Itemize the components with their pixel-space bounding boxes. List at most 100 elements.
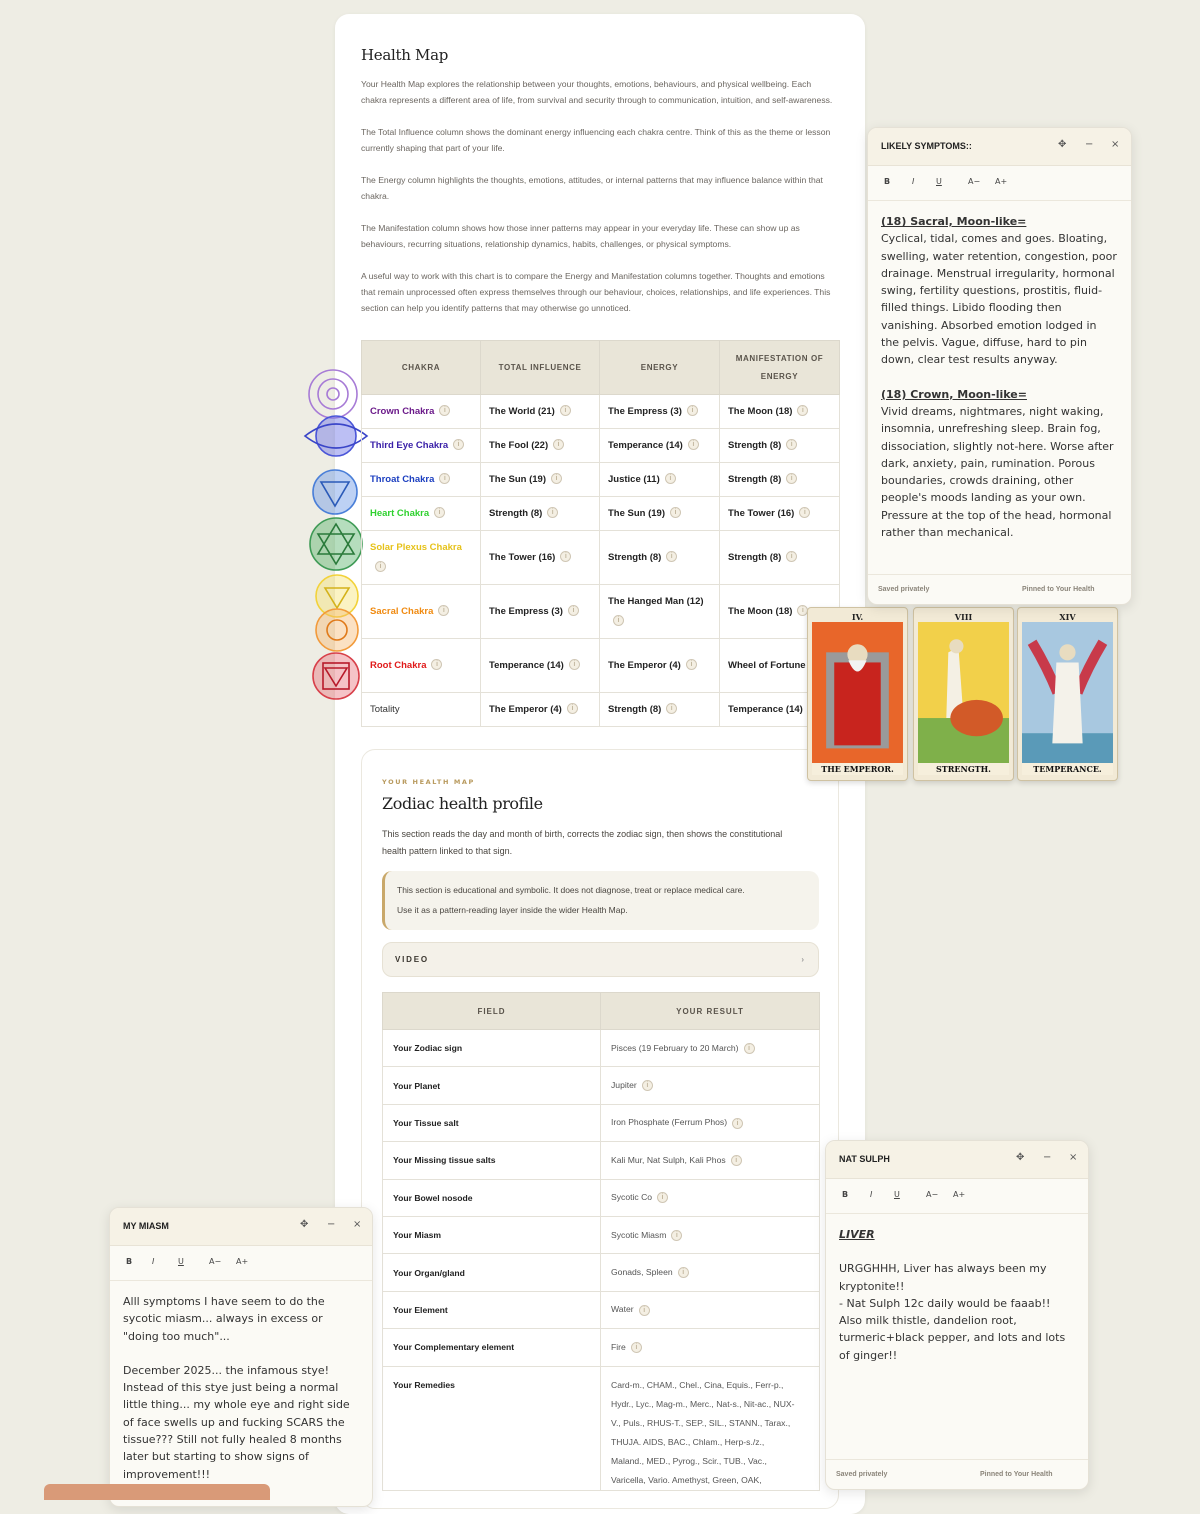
info-icon[interactable]: i: [547, 507, 559, 519]
bold-button[interactable]: B: [842, 1190, 848, 1199]
minimize-icon[interactable]: −: [1043, 1152, 1051, 1163]
energy-cell: The Emperor (4) i: [599, 638, 720, 693]
info-icon[interactable]: i: [677, 1267, 689, 1279]
card-numeral: XIV: [1059, 612, 1076, 622]
underline-button[interactable]: U: [178, 1257, 184, 1266]
note-header[interactable]: NAT SULPH ✥ − ×: [826, 1141, 1088, 1179]
font-smaller-button[interactable]: A−: [209, 1257, 221, 1266]
info-icon[interactable]: i: [671, 1229, 683, 1241]
bold-button[interactable]: B: [126, 1257, 132, 1266]
underline-button[interactable]: U: [894, 1190, 900, 1199]
zodiac-table-header: FIELD YOUR RESULT: [382, 992, 820, 1030]
info-icon[interactable]: i: [551, 473, 563, 485]
info-icon[interactable]: i: [730, 1154, 742, 1166]
info-icon[interactable]: i: [566, 703, 578, 715]
font-larger-button[interactable]: A+: [236, 1257, 248, 1266]
info-icon[interactable]: i: [786, 551, 798, 563]
note-body[interactable]: Alll symptoms I have seem to do the syco…: [110, 1281, 372, 1495]
close-icon[interactable]: ×: [1111, 139, 1119, 150]
info-icon[interactable]: i: [567, 605, 579, 617]
manifestation-cell: The Tower (16) i: [719, 496, 840, 531]
font-larger-button[interactable]: A+: [995, 177, 1007, 186]
column-header-field: FIELD: [382, 992, 601, 1030]
chakra-row: Heart Chakra i Strength (8) i The Sun (19) i T…: [361, 496, 840, 531]
bold-button[interactable]: B: [884, 177, 890, 186]
info-icon[interactable]: i: [664, 473, 676, 485]
column-header-chakra: CHAKRA: [361, 340, 481, 395]
font-smaller-button[interactable]: A−: [926, 1190, 938, 1199]
info-icon[interactable]: i: [375, 561, 386, 573]
info-icon[interactable]: i: [568, 659, 580, 671]
info-icon[interactable]: i: [434, 507, 446, 519]
info-icon[interactable]: i: [685, 659, 697, 671]
move-icon[interactable]: ✥: [300, 1219, 308, 1230]
info-icon[interactable]: i: [438, 605, 450, 617]
info-icon[interactable]: i: [657, 1192, 669, 1204]
info-icon[interactable]: i: [797, 405, 809, 417]
info-icon[interactable]: i: [666, 703, 678, 715]
intro-paragraph: A useful way to work with this chart is …: [361, 271, 831, 313]
note-body[interactable]: (18) Sacral, Moon-like= Cyclical, tidal,…: [868, 201, 1131, 553]
minimize-icon[interactable]: −: [1085, 139, 1093, 150]
total-influence-cell: Temperance (14) i: [480, 638, 600, 693]
note-header[interactable]: MY MIASM ✥ − ×: [110, 1208, 372, 1246]
info-icon[interactable]: i: [559, 405, 571, 417]
note-header[interactable]: LIKELY SYMPTOMS:: ✥ − ×: [868, 128, 1131, 166]
total-influence-cell-text: The World (21): [489, 405, 555, 417]
info-icon[interactable]: i: [453, 439, 465, 451]
info-icon[interactable]: i: [613, 615, 624, 627]
minimize-icon[interactable]: −: [327, 1219, 335, 1230]
italic-button[interactable]: I: [870, 1190, 872, 1199]
energy-cell-text: The Empress (3): [608, 405, 682, 417]
font-larger-button[interactable]: A+: [953, 1190, 965, 1199]
video-accordion[interactable]: VIDEO ›: [382, 942, 819, 977]
note-title: LIKELY SYMPTOMS::: [881, 141, 972, 151]
info-icon[interactable]: i: [686, 405, 698, 417]
energy-cell-text: Justice (11): [608, 473, 660, 485]
italic-button[interactable]: I: [152, 1257, 154, 1266]
tarot-card-emperor[interactable]: IV. THE EMPEROR.: [807, 607, 908, 781]
note-body[interactable]: LIVER URGGHHH, Liver has always been my …: [826, 1214, 1088, 1376]
info-icon[interactable]: i: [431, 659, 443, 671]
info-icon[interactable]: i: [687, 439, 699, 451]
energy-cell: Justice (11) i: [599, 462, 720, 497]
chakra-name-text: Throat Chakra: [370, 473, 435, 485]
info-icon[interactable]: i: [743, 1042, 755, 1054]
zodiac-row: Your Element Water i: [382, 1290, 820, 1330]
info-icon[interactable]: i: [439, 473, 451, 485]
intro-paragraph: Your Health Map explores the relationshi…: [361, 79, 833, 105]
info-icon[interactable]: i: [641, 1080, 653, 1092]
field-label: Your Remedies: [382, 1365, 601, 1491]
info-icon[interactable]: i: [666, 551, 678, 563]
close-icon[interactable]: ×: [1069, 1152, 1077, 1163]
chakra-name: Throat Chakra i: [361, 462, 481, 497]
page-title: Health Map: [361, 46, 449, 64]
underline-button[interactable]: U: [936, 177, 942, 186]
chakra-row: Totality The Emperor (4) i Strength (8) i Tem…: [361, 692, 840, 727]
disclaimer-line: Use it as a pattern-reading layer inside…: [397, 905, 628, 915]
info-icon[interactable]: i: [786, 439, 798, 451]
energy-cell-text: The Sun (19): [608, 507, 666, 519]
chakra-row: Root Chakra i Temperance (14) i The Emperor …: [361, 638, 840, 693]
info-icon[interactable]: i: [732, 1117, 744, 1129]
info-icon[interactable]: i: [638, 1304, 650, 1316]
info-icon[interactable]: i: [630, 1341, 642, 1353]
tarot-card-strength[interactable]: VIII STRENGTH.: [913, 607, 1014, 781]
info-icon[interactable]: i: [553, 439, 565, 451]
tarot-card-temperance[interactable]: XIV TEMPERANCE.: [1017, 607, 1118, 781]
result-cell: Kali Mur, Nat Sulph, Kali Phos i: [600, 1141, 820, 1180]
info-icon[interactable]: i: [670, 507, 682, 519]
move-icon[interactable]: ✥: [1058, 139, 1066, 150]
card-name: STRENGTH.: [918, 763, 1009, 775]
info-icon[interactable]: i: [799, 507, 811, 519]
italic-button[interactable]: I: [912, 177, 914, 186]
move-icon[interactable]: ✥: [1016, 1152, 1024, 1163]
pinned-status: Pinned to Your Health: [980, 1471, 1053, 1478]
info-icon[interactable]: i: [786, 473, 798, 485]
total-influence-cell-text: The Tower (16): [489, 551, 556, 563]
font-smaller-button[interactable]: A−: [968, 177, 980, 186]
total-influence-cell: Strength (8) i: [480, 496, 600, 531]
info-icon[interactable]: i: [439, 405, 451, 417]
info-icon[interactable]: i: [560, 551, 572, 563]
close-icon[interactable]: ×: [353, 1219, 361, 1230]
